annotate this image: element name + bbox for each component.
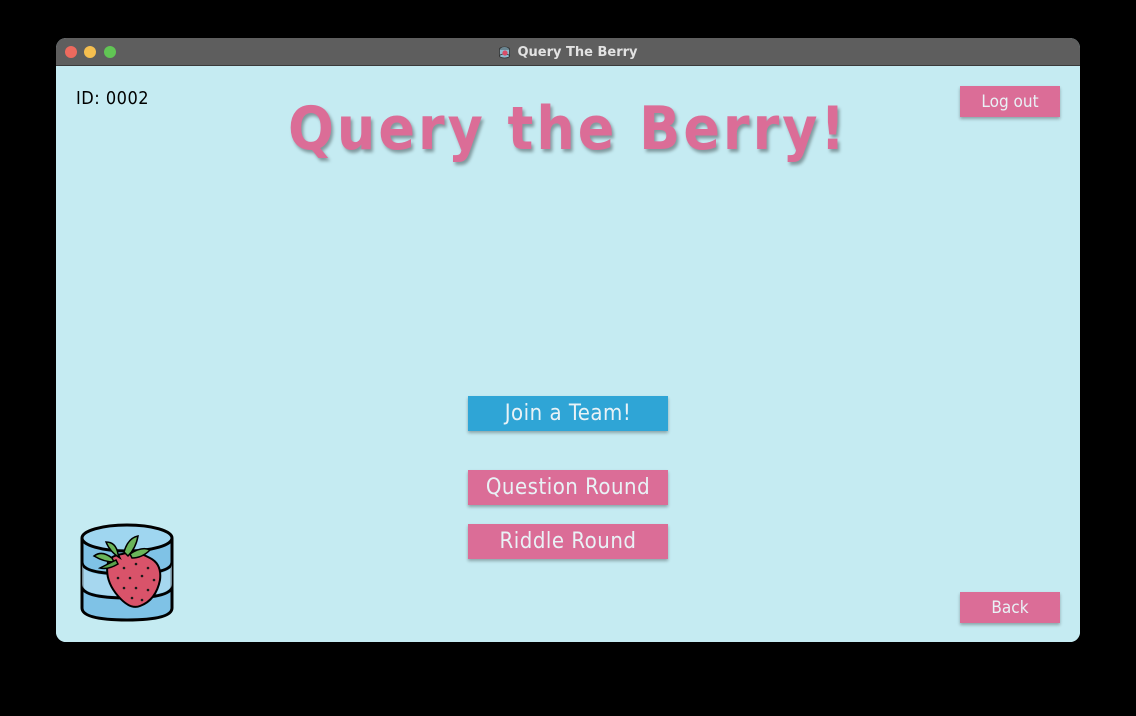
join-team-button[interactable]: Join a Team!	[468, 396, 668, 431]
app-icon	[499, 46, 511, 58]
title-container: Query The Berry	[56, 38, 1080, 66]
riddle-round-button[interactable]: Riddle Round	[468, 524, 668, 559]
back-button[interactable]: Back	[960, 592, 1060, 623]
strawberry-database-logo-icon	[80, 523, 174, 622]
app-window: Query The Berry ID: 0002 Query the Berry…	[56, 38, 1080, 642]
question-round-button[interactable]: Question Round	[468, 470, 668, 505]
main-content: ID: 0002 Query the Berry! Log out Join a…	[56, 66, 1080, 642]
title-bar: Query The Berry	[56, 38, 1080, 66]
page-title: Query the Berry!	[288, 94, 848, 164]
window-title: Query The Berry	[517, 44, 638, 60]
logout-button[interactable]: Log out	[960, 86, 1060, 117]
